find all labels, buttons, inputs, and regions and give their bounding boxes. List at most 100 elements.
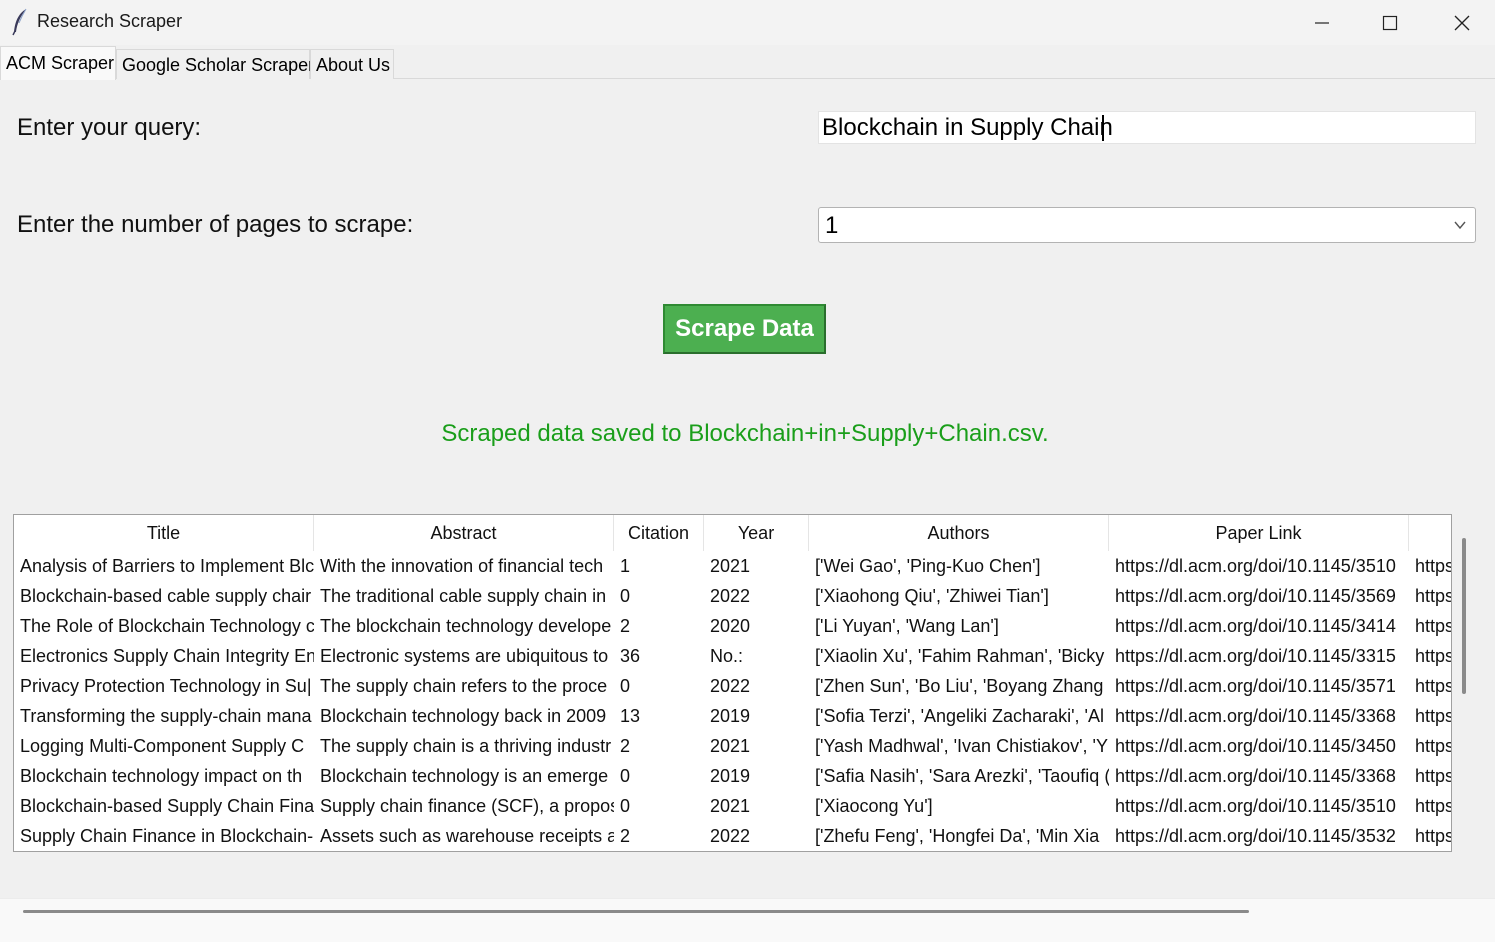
scrape-data-button[interactable]: Scrape Data	[663, 304, 826, 354]
cell-citation: 0	[620, 676, 631, 696]
status-message: Scraped data saved to Blockchain+in+Supp…	[441, 420, 1049, 447]
cell-citation: 2	[620, 736, 631, 756]
cell-authors: ['Yash Madhwal', 'Ivan Chistiakov', 'Y	[815, 736, 1108, 756]
cell-title: Blockchain-based cable supply chair	[20, 586, 312, 606]
minimize-icon	[1315, 21, 1329, 24]
tab-strip: ACM Scraper Google Scholar Scraper About…	[0, 45, 1495, 80]
tab-acm-scraper[interactable]: ACM Scraper	[0, 46, 116, 80]
cell-extra: https:	[1415, 826, 1451, 846]
cell-title: Logging Multi-Component Supply C	[20, 736, 305, 756]
cell-abstract: The traditional cable supply chain in	[320, 586, 607, 606]
maximize-icon	[1382, 15, 1398, 30]
cell-authors: ['Xiaolin Xu', 'Fahim Rahman', 'Bicky	[815, 646, 1105, 666]
cell-authors: ['Safia Nasih', 'Sara Arezki', 'Taoufiq …	[815, 766, 1109, 786]
pages-select[interactable]: 1	[818, 207, 1476, 243]
cell-abstract: The blockchain technology develope	[320, 616, 612, 636]
column-header-authors[interactable]: Authors	[809, 515, 1109, 551]
pages-value: 1	[825, 212, 839, 239]
cell-title: Supply Chain Finance in Blockchain-	[20, 826, 314, 846]
close-button[interactable]	[1428, 0, 1495, 45]
table-row[interactable]: Blockchain technology impact on th Blockc…	[14, 761, 1451, 791]
query-input[interactable]	[818, 111, 1476, 144]
cell-year: 2021	[710, 796, 751, 816]
cell-paper-link: https://dl.acm.org/doi/10.1145/3510	[1115, 556, 1396, 576]
cell-authors: ['Xiaocong Yu']	[815, 796, 933, 816]
cell-title: Electronics Supply Chain Integrity En	[20, 646, 314, 666]
cell-year: No.:	[710, 646, 744, 666]
cell-citation: 0	[620, 796, 631, 816]
cell-citation: 2	[620, 616, 631, 636]
cell-extra: https:	[1415, 736, 1451, 756]
minimize-button[interactable]	[1288, 0, 1356, 45]
table-row[interactable]: Electronics Supply Chain Integrity En Ele…	[14, 641, 1451, 671]
cell-year: 2019	[710, 706, 751, 726]
table-row[interactable]: Supply Chain Finance in Blockchain- Asset…	[14, 821, 1451, 851]
cell-year: 2022	[710, 586, 751, 606]
cell-citation: 1	[620, 556, 631, 576]
cell-extra: https:	[1415, 556, 1451, 576]
cell-authors: ['Xiaohong Qiu', 'Zhiwei Tian']	[815, 586, 1049, 606]
close-icon	[1454, 15, 1470, 30]
chevron-down-icon	[1454, 221, 1466, 230]
cell-citation: 36	[620, 646, 641, 666]
cell-paper-link: https://dl.acm.org/doi/10.1145/3414	[1115, 616, 1396, 636]
vertical-scrollbar[interactable]	[1462, 538, 1466, 694]
table-row[interactable]: Analysis of Barriers to Implement Blc Wit…	[14, 551, 1451, 581]
cell-abstract: Supply chain finance (SCF), a propos	[320, 796, 614, 816]
cell-citation: 0	[620, 586, 631, 606]
table-header: Title Abstract Citation Year Authors Pap…	[14, 515, 1451, 551]
cell-year: 2021	[710, 736, 751, 756]
table-row[interactable]: Logging Multi-Component Supply C The supp…	[14, 731, 1451, 761]
column-header-paper-link[interactable]: Paper Link	[1109, 515, 1409, 551]
cell-extra: https:	[1415, 646, 1451, 666]
table-row[interactable]: Blockchain-based Supply Chain Fina Supply…	[14, 791, 1451, 821]
column-header-year[interactable]: Year	[704, 515, 809, 551]
cell-year: 2022	[710, 826, 751, 846]
cell-citation: 2	[620, 826, 631, 846]
cell-abstract: With the innovation of financial tech	[320, 556, 604, 576]
cell-paper-link: https://dl.acm.org/doi/10.1145/3450	[1115, 736, 1396, 756]
maximize-button[interactable]	[1356, 0, 1424, 45]
cell-extra: https:	[1415, 616, 1451, 636]
cell-authors: ['Zhefu Feng', 'Hongfei Da', 'Min Xia	[815, 826, 1100, 846]
tab-about-us[interactable]: About Us	[310, 49, 394, 79]
cell-paper-link: https://dl.acm.org/doi/10.1145/3571	[1115, 676, 1396, 696]
results-table[interactable]: Title Abstract Citation Year Authors Pap…	[13, 514, 1452, 852]
cell-title: Blockchain-based Supply Chain Fina	[20, 796, 314, 816]
cell-paper-link: https://dl.acm.org/doi/10.1145/3368	[1115, 706, 1396, 726]
cell-title: Transforming the supply-chain mana	[20, 706, 312, 726]
horizontal-scrollbar[interactable]	[23, 910, 1249, 913]
cell-paper-link: https://dl.acm.org/doi/10.1145/3315	[1115, 646, 1396, 666]
cell-abstract: Blockchain technology is an emerge	[320, 766, 609, 786]
cell-year: 2021	[710, 556, 751, 576]
table-row[interactable]: Privacy Protection Technology in Su| The…	[14, 671, 1451, 701]
table-row[interactable]: Transforming the supply-chain mana Blockc…	[14, 701, 1451, 731]
cell-extra: https:	[1415, 766, 1451, 786]
horizontal-scroll-track	[0, 898, 1495, 942]
table-row[interactable]: The Role of Blockchain Technology c The b…	[14, 611, 1451, 641]
cell-abstract: Blockchain technology back in 2009	[320, 706, 607, 726]
cell-abstract: The supply chain refers to the proce	[320, 676, 608, 696]
cell-title: Privacy Protection Technology in Su|	[20, 676, 312, 696]
column-header-title[interactable]: Title	[14, 515, 314, 551]
table-row[interactable]: Blockchain-based cable supply chair The t…	[14, 581, 1451, 611]
column-header-extra[interactable]	[1409, 515, 1451, 551]
cell-abstract: Electronic systems are ubiquitous to	[320, 646, 609, 666]
cell-year: 2022	[710, 676, 751, 696]
cell-extra: https:	[1415, 706, 1451, 726]
cell-paper-link: https://dl.acm.org/doi/10.1145/3569	[1115, 586, 1396, 606]
cell-extra: https:	[1415, 586, 1451, 606]
cell-authors: ['Sofia Terzi', 'Angeliki Zacharaki', 'A…	[815, 706, 1104, 726]
feather-icon	[12, 8, 27, 36]
pages-label: Enter the number of pages to scrape:	[17, 211, 414, 238]
cell-year: 2020	[710, 616, 751, 636]
cell-paper-link: https://dl.acm.org/doi/10.1145/3532	[1115, 826, 1396, 846]
cell-year: 2019	[710, 766, 751, 786]
text-cursor	[1102, 115, 1104, 141]
cell-authors: ['Wei Gao', 'Ping-Kuo Chen']	[815, 556, 1041, 576]
cell-citation: 13	[620, 706, 641, 726]
column-header-citation[interactable]: Citation	[614, 515, 704, 551]
cell-title: Blockchain technology impact on th	[20, 766, 303, 786]
tab-google-scholar-scraper[interactable]: Google Scholar Scraper	[116, 49, 314, 79]
column-header-abstract[interactable]: Abstract	[314, 515, 614, 551]
